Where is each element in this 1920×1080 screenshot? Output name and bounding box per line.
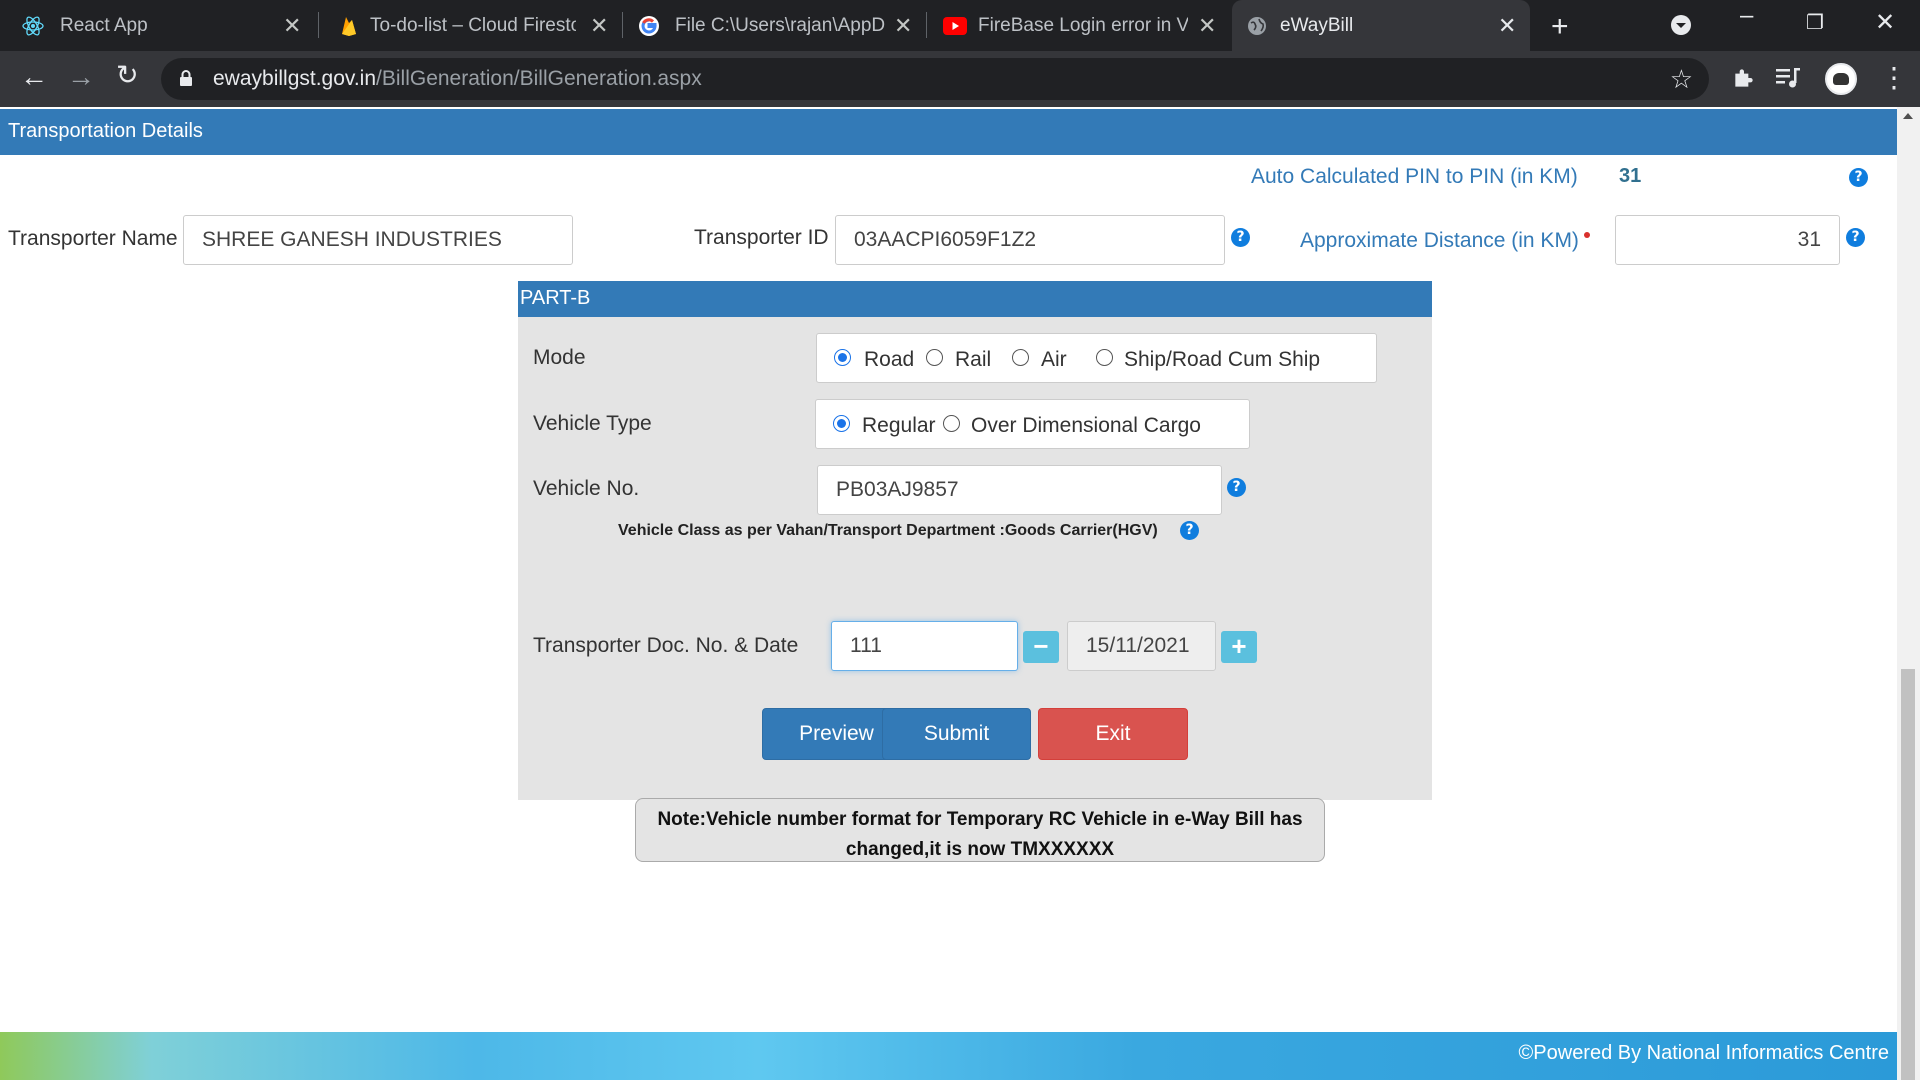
note-box: Note:Vehicle number format for Temporary… [635,798,1325,862]
submit-button[interactable]: Submit [882,708,1031,760]
forward-arrow-icon[interactable]: → [67,61,95,93]
tab-react-app[interactable]: React App ✕ [0,0,312,51]
transporter-doc-no-input[interactable]: 111 [831,621,1018,671]
vehicle-type-odc-label[interactable]: Over Dimensional Cargo [971,414,1201,438]
url-path: /BillGeneration/BillGeneration.aspx [376,67,702,90]
date-minus-button[interactable]: − [1023,631,1059,663]
transporter-id-label: Transporter ID [694,226,829,249]
vehicle-type-radio-group: Regular Over Dimensional Cargo [815,399,1250,449]
tab-file-path[interactable]: File C:\Users\rajan\AppData ✕ [622,0,928,51]
url-text: ewaybillgst.gov.in/BillGeneration/BillGe… [213,67,702,91]
browser-toolbar: ← → ↻ ewaybillgst.gov.in/BillGeneration/… [0,51,1920,107]
browser-tab-strip: React App ✕ To-do-list – Cloud Firestore… [0,0,1920,51]
mode-road-radio[interactable] [834,349,851,366]
mode-ship-radio[interactable] [1096,349,1113,366]
scroll-up-arrow-icon[interactable] [1903,113,1913,119]
tab-ewaybill[interactable]: eWayBill ✕ [1232,0,1530,51]
transporter-name-input[interactable]: SHREE GANESH INDUSTRIES [183,215,573,265]
youtube-icon [943,17,967,35]
tab-title: eWayBill [1280,15,1354,36]
react-icon [22,16,44,36]
close-icon[interactable]: ✕ [1498,13,1516,39]
vehicle-type-regular-label[interactable]: Regular [862,414,936,438]
mode-air-label[interactable]: Air [1041,348,1067,372]
date-plus-button[interactable]: + [1221,631,1257,663]
mode-label: Mode [533,346,586,369]
vehicle-type-regular-radio[interactable] [833,415,850,432]
media-queue-icon[interactable] [1776,66,1802,90]
browser-menu-icon[interactable]: ⋮ [1880,61,1908,94]
minimize-icon[interactable]: – [1740,2,1753,30]
footer-text: ©Powered By National Informatics Centre [1519,1042,1889,1065]
partb-header: PART-B [518,281,1432,317]
note-line-1: Note:Vehicle number format for Temporary… [657,809,1303,830]
vehicle-no-label: Vehicle No. [533,477,640,500]
window-close-icon[interactable]: ✕ [1875,8,1895,37]
close-icon[interactable]: ✕ [894,13,912,39]
extensions-puzzle-icon[interactable] [1731,65,1757,91]
auto-distance-label: Auto Calculated PIN to PIN (in KM) [1251,165,1578,188]
page-scrollbar[interactable] [1897,107,1920,1080]
transporter-doc-date-input[interactable]: 15/11/2021 [1067,621,1216,671]
approx-distance-label: Approximate Distance (in KM) [1300,229,1579,252]
new-tab-plus-icon[interactable]: + [1551,10,1569,44]
lock-icon [180,70,192,86]
transporter-doc-label: Transporter Doc. No. & Date [533,634,799,657]
footer-label: Powered By National Informatics Centre [1533,1042,1889,1064]
close-icon[interactable]: ✕ [283,13,301,39]
tab-title: File C:\Users\rajan\AppData [675,15,885,36]
back-arrow-icon[interactable]: ← [20,61,48,93]
footer-bar: ©Powered By National Informatics Centre [0,1032,1897,1080]
mode-ship-label[interactable]: Ship/Road Cum Ship [1124,348,1320,372]
vehicle-type-odc-radio[interactable] [943,415,960,432]
tab-youtube[interactable]: FireBase Login error in VsCode ✕ [926,0,1232,51]
vehicle-class-text: Vehicle Class as per Vahan/Transport Dep… [618,522,1158,539]
section-title: Transportation Details [0,109,1897,155]
vehicle-type-label: Vehicle Type [533,412,652,435]
firebase-icon [342,17,356,36]
close-icon[interactable]: ✕ [1198,13,1216,39]
profile-avatar[interactable] [1825,63,1857,95]
help-icon[interactable]: ? [1231,228,1250,247]
url-host: ewaybillgst.gov.in [213,67,377,90]
mode-rail-radio[interactable] [926,349,943,366]
required-marker [1584,232,1590,238]
page-content: Transportation Details Auto Calculated P… [0,107,1897,1080]
reload-icon[interactable]: ↻ [116,60,139,91]
globe-icon [1248,17,1266,35]
mode-rail-label[interactable]: Rail [955,348,991,372]
help-icon[interactable]: ? [1846,228,1865,247]
tab-firestore[interactable]: To-do-list – Cloud Firestore ✕ [318,0,624,51]
copyright-icon: © [1518,1042,1534,1064]
restore-icon[interactable]: ❐ [1806,10,1824,35]
tab-title: FireBase Login error in VsCode [978,15,1188,36]
address-bar[interactable]: ewaybillgst.gov.in/BillGeneration/BillGe… [161,58,1709,100]
tab-title: React App [60,15,148,36]
mode-radio-group: Road Rail Air Ship/Road Cum Ship [816,333,1377,383]
approx-distance-input[interactable]: 31 [1615,215,1840,265]
note-line-2: changed,it is now TMXXXXXX [845,839,1115,860]
bookmark-star-icon[interactable]: ☆ [1670,64,1693,95]
mode-air-radio[interactable] [1012,349,1029,366]
google-icon [639,16,659,36]
vehicle-no-input[interactable]: PB03AJ9857 [817,465,1222,515]
auto-distance-value: 31 [1619,165,1642,187]
close-icon[interactable]: ✕ [590,13,608,39]
tab-title: To-do-list – Cloud Firestore [370,15,576,36]
transporter-id-input[interactable]: 03AACPI6059F1Z2 [835,215,1225,265]
help-icon[interactable]: ? [1849,168,1868,187]
tab-search-chevron-down-icon[interactable] [1670,14,1692,36]
transporter-name-label: Transporter Name [8,227,178,250]
scrollbar-thumb[interactable] [1901,669,1915,1080]
help-icon[interactable]: ? [1227,478,1246,497]
mode-road-label[interactable]: Road [864,348,914,372]
exit-button[interactable]: Exit [1038,708,1188,760]
help-icon[interactable]: ? [1180,521,1199,540]
